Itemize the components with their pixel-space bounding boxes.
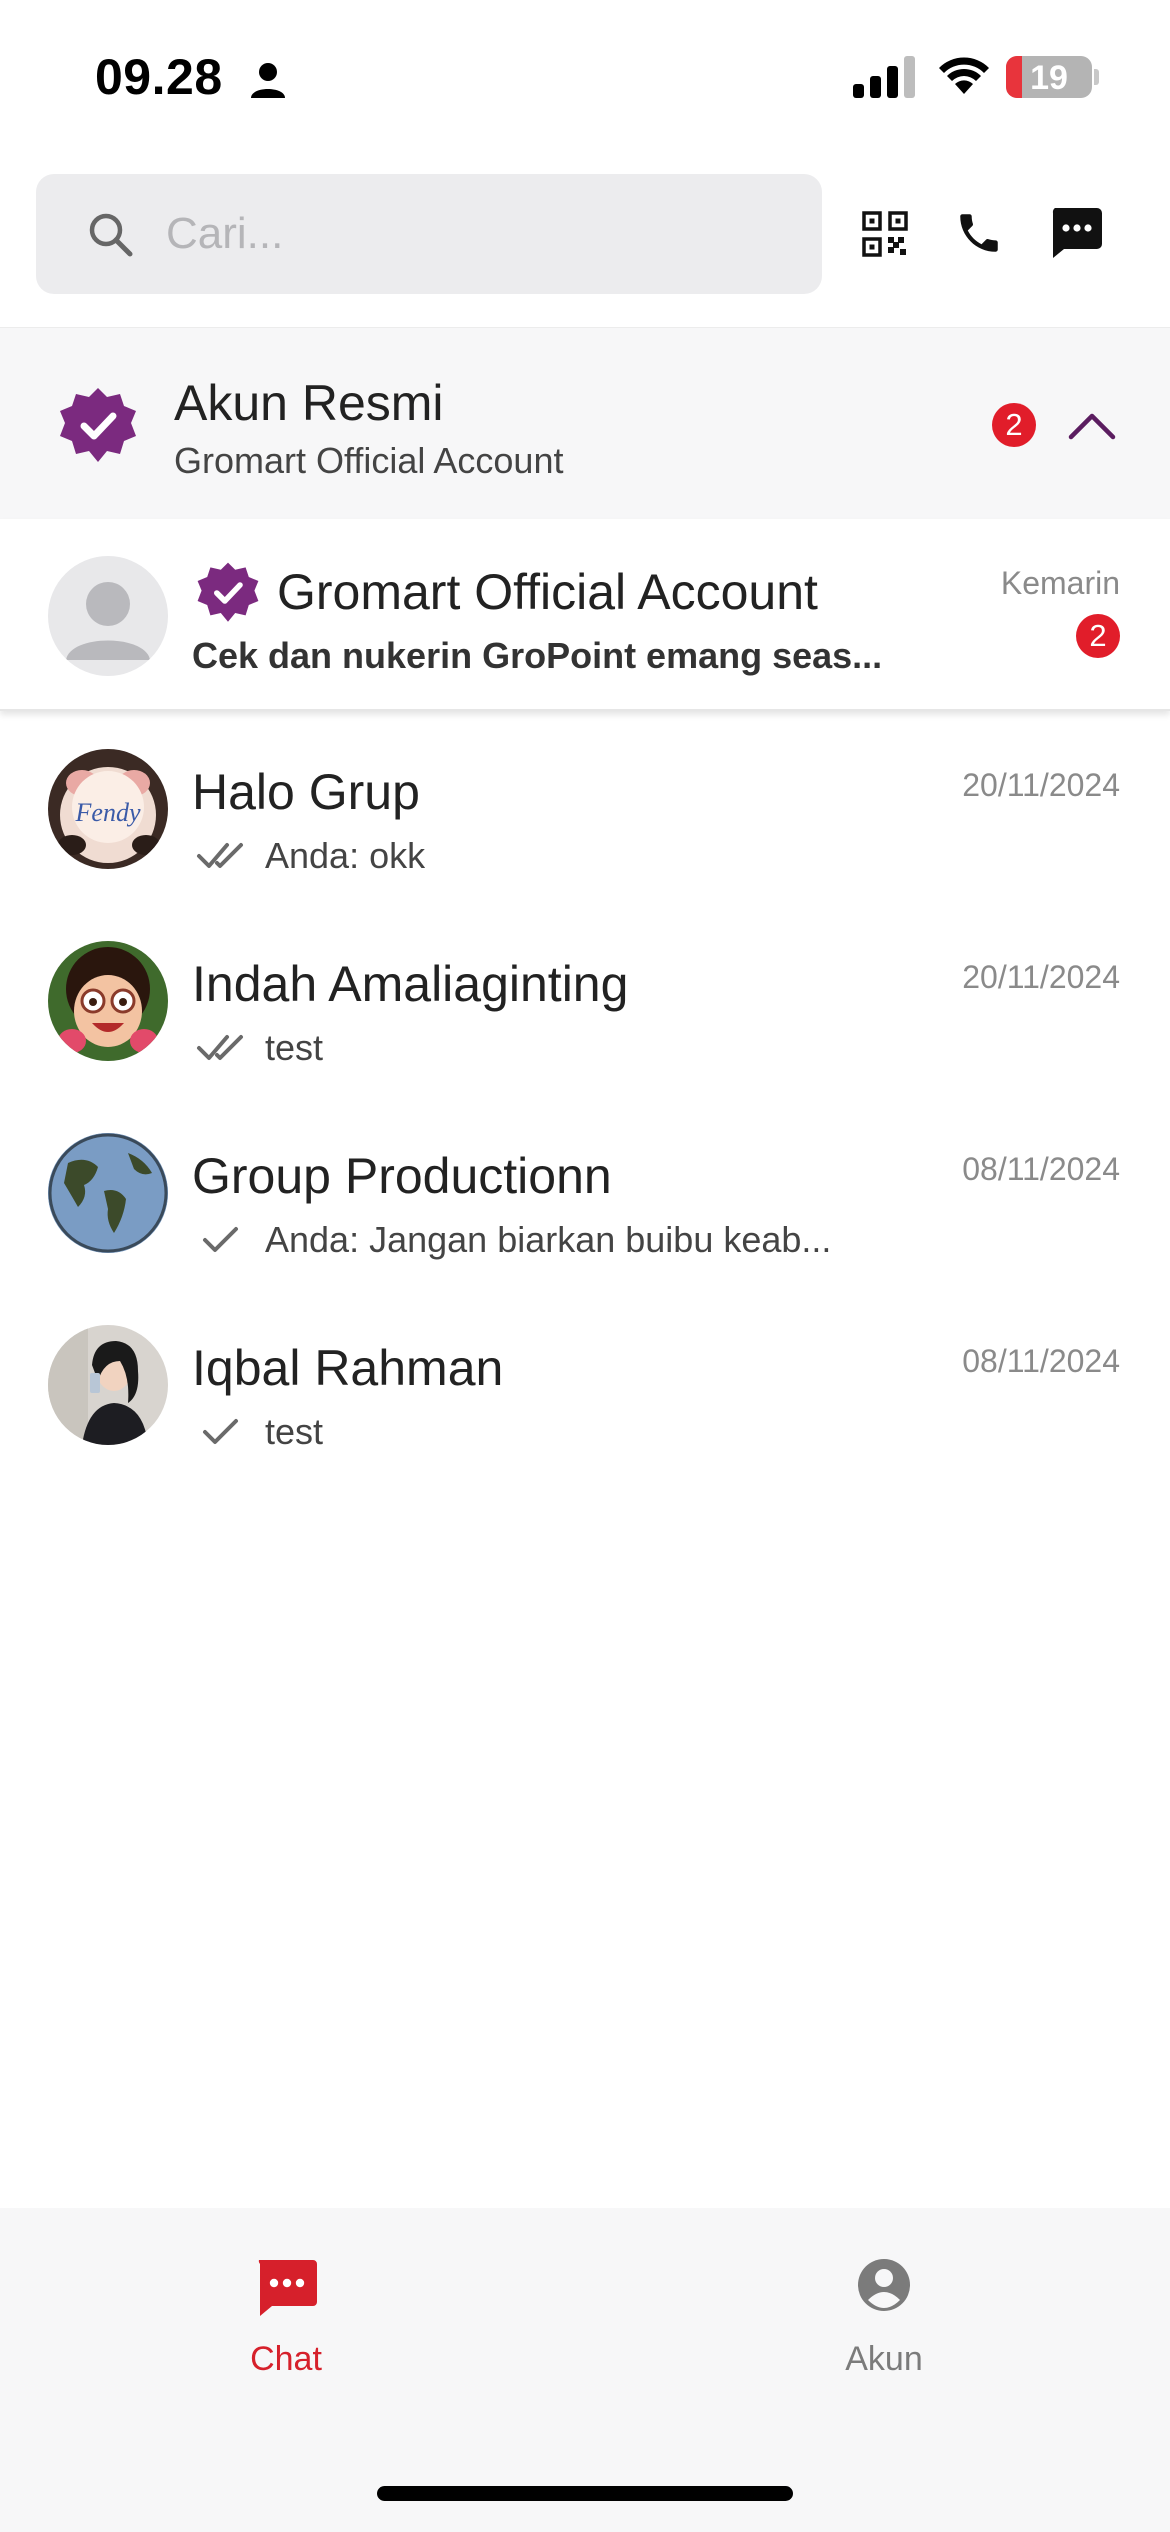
chevron-up-icon[interactable] — [1066, 408, 1118, 442]
chat-snippet: Anda: okk — [265, 835, 426, 876]
account-icon — [858, 2259, 910, 2311]
official-section-title: Akun Resmi — [174, 375, 444, 431]
verified-badge-icon — [197, 562, 259, 622]
chat-snippet: Cek dan nukerin GroPoint emang seas... — [192, 635, 883, 676]
chat-row[interactable]: Group Productionn Anda: Jangan biarkan b… — [0, 1109, 1170, 1301]
chat-name: Halo Grup — [192, 764, 420, 820]
double-check-icon — [197, 1035, 243, 1060]
nav-item-account[interactable]: Akun — [774, 2232, 994, 2392]
battery-icon: 19 — [1006, 56, 1092, 98]
search-box[interactable] — [36, 174, 822, 294]
chat-icon — [258, 2260, 317, 2316]
check-icon — [203, 1227, 238, 1252]
search-icon — [89, 213, 133, 257]
chat-date: 20/11/2024 — [962, 767, 1120, 803]
chat-snippet: Anda: Jangan biarkan buibu keab... — [265, 1219, 832, 1260]
chat-snippet: test — [265, 1411, 324, 1452]
battery-level: 19 — [1030, 59, 1068, 97]
chat-name: Gromart Official Account — [277, 564, 818, 620]
chat-name: Indah Amaliaginting — [192, 956, 629, 1012]
nav-item-chat[interactable]: Chat — [176, 2232, 396, 2392]
verified-badge-icon — [60, 388, 136, 462]
chat-date: 08/11/2024 — [962, 1343, 1120, 1379]
avatar — [48, 1325, 168, 1445]
phone-icon[interactable] — [954, 208, 1004, 258]
status-bar: 09.28 19 — [0, 0, 1170, 150]
qr-code-icon[interactable] — [862, 211, 908, 257]
chat-name: Group Productionn — [192, 1148, 612, 1204]
avatar — [48, 941, 168, 1061]
chat-date: 20/11/2024 — [962, 959, 1120, 995]
avatar: Fendy — [48, 749, 168, 869]
home-indicator — [377, 2486, 793, 2501]
status-time: 09.28 — [95, 49, 223, 105]
message-icon[interactable] — [1048, 206, 1104, 260]
check-icon — [203, 1419, 238, 1444]
chat-row[interactable]: Fendy Halo Grup Anda: okk 20/11/2024 — [0, 725, 1170, 917]
chat-snippet: test — [265, 1027, 324, 1068]
chat-date: 08/11/2024 — [962, 1151, 1120, 1187]
official-accounts-header[interactable]: Akun Resmi Gromart Official Account 2 — [0, 327, 1170, 519]
search-input[interactable] — [166, 204, 786, 264]
official-unread-badge: 2 — [992, 403, 1036, 447]
avatar — [48, 1133, 168, 1253]
nav-label: Chat — [250, 2340, 322, 2378]
chat-name: Iqbal Rahman — [192, 1340, 504, 1396]
avatar — [48, 556, 168, 676]
battery-nub — [1094, 69, 1099, 85]
bottom-nav: Chat Akun — [0, 2208, 1170, 2532]
official-section-subtitle: Gromart Official Account — [174, 440, 564, 481]
double-check-icon — [197, 843, 243, 868]
chat-row[interactable]: Indah Amaliaginting test 20/11/2024 — [0, 917, 1170, 1109]
wifi-icon — [939, 57, 989, 94]
official-chat-row[interactable]: Gromart Official Account Cek dan nukerin… — [0, 519, 1170, 711]
chat-row[interactable]: Iqbal Rahman test 08/11/2024 — [0, 1301, 1170, 1493]
person-icon — [251, 63, 285, 98]
signal-icon — [853, 56, 915, 98]
nav-label: Akun — [845, 2340, 923, 2378]
chat-date: Kemarin — [1000, 565, 1120, 601]
svg-text:Fendy: Fendy — [75, 798, 141, 827]
chat-unread-badge: 2 — [1076, 614, 1120, 658]
